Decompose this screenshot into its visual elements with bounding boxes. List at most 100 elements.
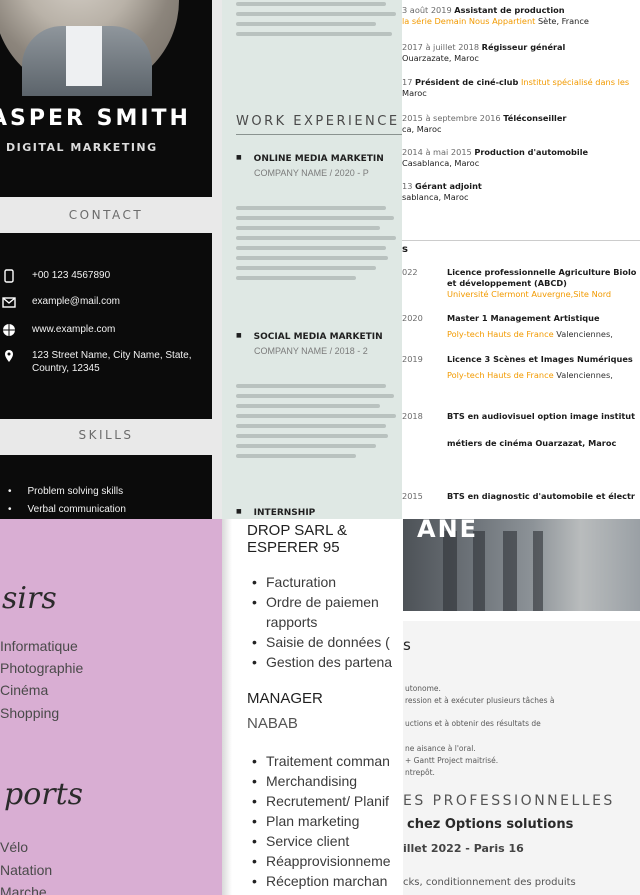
body-line: uctions et à obtenir des résultats de	[405, 719, 541, 728]
contact-heading: CONTACT	[68, 208, 144, 222]
education-year: 022	[402, 267, 418, 277]
education-title: Licence professionnelle Agriculture Biol…	[447, 267, 637, 277]
task-item: Ordre de paiemen	[252, 592, 379, 612]
body-line: ression et à exécuter plusieurs tâches à	[405, 696, 555, 705]
photo-detail	[443, 531, 457, 611]
job-entry: SOCIAL MEDIA MARKETIN COMPANY NAME / 201…	[236, 332, 402, 356]
blurred-text-block	[236, 384, 402, 464]
cv-tile-black-resume: ASPER SMITH DIGITAL MARKETING CONTACT +0…	[0, 0, 222, 519]
blurred-text-block	[236, 206, 402, 286]
hobbies-heading: sirs	[2, 581, 57, 616]
job-title: SOCIAL MEDIA MARKETIN	[236, 332, 402, 342]
email-icon	[2, 295, 16, 309]
education-org-line: Poly-tech Hauts de France Valenciennes,	[447, 370, 613, 381]
work-experience-heading: WORK EXPERIENCE	[236, 114, 400, 129]
cv-tile-work-experience: WORK EXPERIENCE ONLINE MEDIA MARKETIN CO…	[222, 0, 402, 519]
education-title-line2: et développement (ABCD)	[447, 278, 567, 288]
education-org: Université Clermont Auvergne,Site Nord	[447, 289, 612, 299]
education-title: Master 1 Management Artistique	[447, 313, 600, 323]
experience-place: Casablanca, Maroc	[402, 158, 480, 168]
photo-detail	[503, 531, 517, 611]
job-heading: chez Options solutions	[407, 817, 574, 832]
education-title: métiers de cinéma Ouarzazat, Maroc	[447, 438, 617, 448]
experience-place: sablanca, Maroc	[402, 192, 469, 202]
person-name: ASPER SMITH	[0, 106, 191, 131]
header-name-fragment: ANE	[417, 519, 479, 543]
education-org: Poly-tech Hauts de France	[447, 370, 554, 380]
location-pin-icon	[2, 349, 16, 363]
experience-org: Institut spécialisé dans les	[520, 77, 630, 87]
experience-place: Maroc	[402, 88, 427, 98]
education-year: 2020	[402, 313, 423, 323]
job-title: ONLINE MEDIA MARKETIN	[236, 154, 402, 164]
experience-entry: 13 Gérant adjoint sablanca, Maroc	[402, 181, 482, 203]
skills-box: Problem solving skills Verbal communicat…	[0, 455, 212, 519]
experience-date: 13	[402, 181, 413, 191]
task-item: Merchandising	[252, 771, 357, 791]
job-dates: illet 2022 - Paris 16	[403, 842, 524, 855]
experience-title: Régisseur général	[481, 42, 566, 52]
contact-address-text: 123 Street Name, City Name, State, Count…	[32, 350, 192, 374]
photo-shirt	[66, 26, 102, 86]
task-item: Plan marketing	[252, 811, 359, 831]
blurred-text-block	[236, 2, 402, 42]
section-heading-fragment: s	[403, 636, 411, 654]
education-title: BTS en diagnostic d'automobile et électr	[447, 491, 635, 501]
company-name: NABAB	[247, 715, 298, 732]
job-title: INTERNSHIP	[236, 508, 402, 518]
section-heading: ES PROFESSIONNELLES	[403, 793, 615, 809]
experience-entry: 2015 à septembre 2016 Téléconseiller ca,…	[402, 113, 566, 135]
hobby-item: Photographie	[0, 660, 84, 676]
phone-icon	[2, 269, 16, 283]
task-item: Gestion des partena	[252, 652, 392, 672]
task-item: Facturation	[252, 572, 336, 592]
experience-entry: 2017 à juillet 2018 Régisseur général Ou…	[402, 42, 565, 64]
section-divider	[402, 240, 640, 241]
hobby-item: Cinéma	[0, 682, 49, 698]
task-item: Saisie de données (	[252, 632, 390, 652]
page-shadow	[222, 519, 232, 895]
education-year: 2018	[402, 411, 423, 421]
body-line: ntrepôt.	[405, 768, 435, 777]
body-line: + Gantt Project maitrisé.	[405, 756, 499, 765]
hobby-item: Informatique	[0, 638, 78, 654]
experience-title: Président de ciné-club	[415, 77, 519, 87]
body-line: utonome.	[405, 684, 441, 693]
contact-web-text: www.example.com	[32, 324, 116, 335]
experience-title: Production d'automobile	[474, 147, 589, 157]
experience-title: Gérant adjoint	[415, 181, 482, 191]
education-year: 2015	[402, 491, 423, 501]
job-description: cks, conditionnement des produits	[403, 877, 576, 888]
job-entry: ONLINE MEDIA MARKETIN COMPANY NAME / 202…	[236, 154, 402, 178]
heading-divider	[236, 134, 402, 135]
body-line: ne aisance à l'oral.	[405, 744, 476, 753]
photo-detail	[533, 531, 543, 611]
sport-item: Vélo	[0, 839, 29, 855]
experience-date: 2017 à juillet 2018	[402, 42, 480, 52]
cv-tile-french-resume: 3 août 2019 Assistant de production la s…	[402, 0, 640, 519]
task-item-continued: rapports	[266, 614, 318, 630]
job-entry: INTERNSHIP	[236, 508, 402, 518]
header-photo: ANE	[403, 519, 640, 611]
education-place: Valenciennes,	[556, 329, 613, 339]
task-item: Réapprovisionneme	[252, 851, 390, 871]
cv-tile-professional: ANE s utonome. ression et à exécuter plu…	[403, 519, 640, 895]
sport-item: Marche	[0, 884, 47, 895]
job-company: COMPANY NAME / 2020 - P	[254, 168, 369, 178]
education-org-line: Poly-tech Hauts de France Valenciennes,	[447, 329, 613, 340]
header-block: ASPER SMITH DIGITAL MARKETING	[0, 0, 212, 197]
task-item: Service client	[252, 831, 349, 851]
skills-heading: SKILLS	[78, 428, 134, 442]
cv-tile-pink-hobbies: sirs Informatique Photographie Cinéma Sh…	[0, 519, 222, 895]
experience-place: Ouarzazate, Maroc	[402, 53, 479, 63]
education-place: Valenciennes,	[556, 370, 613, 380]
experience-date: 2014 à mai 2015	[402, 147, 472, 157]
globe-icon	[2, 323, 16, 337]
hobby-item: Shopping	[0, 705, 60, 721]
task-item: Recrutement/ Planif	[252, 791, 389, 811]
company-name: ESPERER 95	[247, 539, 340, 556]
experience-title: Assistant de production	[454, 5, 565, 15]
experience-date: 3 août 2019	[402, 5, 452, 15]
contact-address: 123 Street Name, City Name, State, Count…	[0, 349, 202, 375]
job-company: COMPANY NAME / 2018 - 2	[254, 346, 368, 356]
